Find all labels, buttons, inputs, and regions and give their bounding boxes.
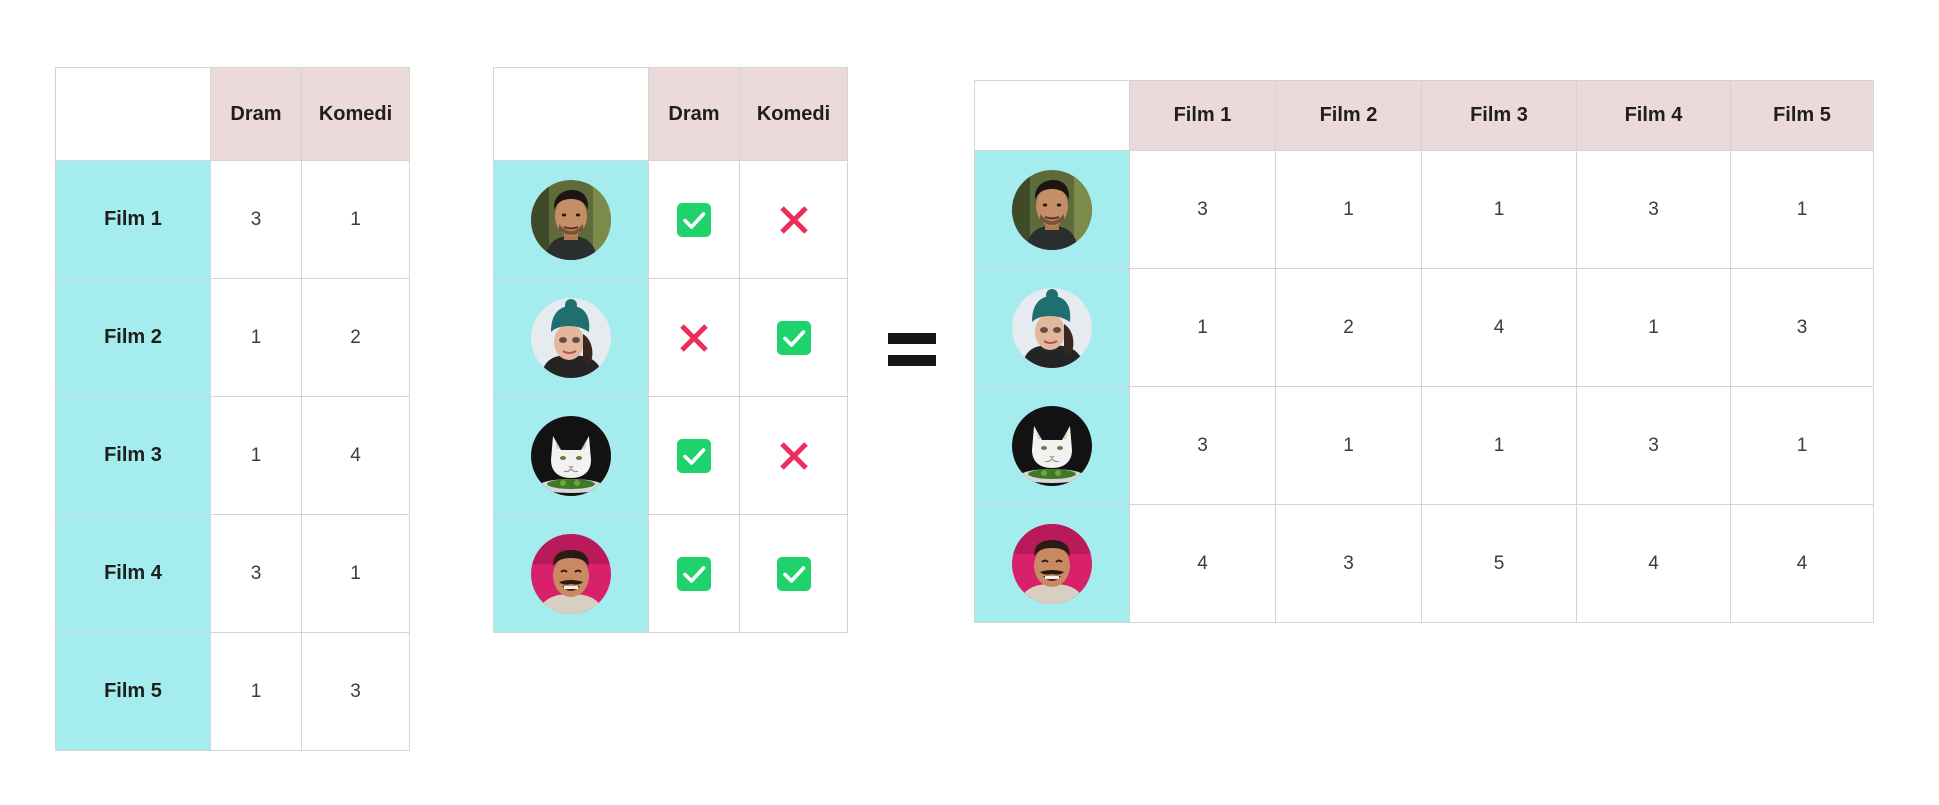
table-row: 3 1 1 3 1	[974, 386, 1874, 505]
row-header-film-3: Film 3	[55, 396, 211, 515]
column-header-film-5: Film 5	[1730, 80, 1874, 151]
score-cell: 4	[1421, 268, 1577, 387]
man-avatar	[531, 180, 611, 260]
rating-cell: 1	[210, 278, 302, 397]
table-row: Film 1 3 1	[55, 160, 410, 279]
score-cell: 3	[1576, 150, 1731, 269]
table-row: Film 2 1 2	[55, 278, 410, 397]
woman-beanie-avatar	[1012, 288, 1092, 368]
rating-cell: 3	[210, 514, 302, 633]
corner-cell	[55, 67, 211, 161]
row-header-film-4: Film 4	[55, 514, 211, 633]
row-header-film-1: Film 1	[55, 160, 211, 279]
score-cell: 4	[1576, 504, 1731, 623]
rating-cell: 1	[301, 514, 410, 633]
row-header-film-2: Film 2	[55, 278, 211, 397]
man-avatar	[1012, 170, 1092, 250]
table-row	[493, 514, 848, 633]
table-row	[493, 396, 848, 515]
score-cell: 3	[1275, 504, 1422, 623]
table-row: Film 5 1 3	[55, 632, 410, 751]
score-cell: 1	[1730, 386, 1874, 505]
check-icon	[677, 203, 711, 237]
header-row: Dram Komedi	[55, 67, 410, 161]
laughing-man-avatar	[531, 534, 611, 614]
rating-cell: 3	[301, 632, 410, 751]
woman-beanie-avatar	[531, 298, 611, 378]
check-icon	[677, 557, 711, 591]
table-row: 1 2 4 1 3	[974, 268, 1874, 387]
check-icon	[777, 321, 811, 355]
rating-cell: 4	[301, 396, 410, 515]
score-cell: 1	[1576, 268, 1731, 387]
score-cell: 3	[1730, 268, 1874, 387]
rating-cell: 2	[301, 278, 410, 397]
score-cell: 3	[1129, 386, 1276, 505]
header-row: Film 1 Film 2 Film 3 Film 4 Film 5	[974, 80, 1874, 151]
score-cell: 1	[1275, 386, 1422, 505]
table-row: 3 1 1 3 1	[974, 150, 1874, 269]
corner-cell	[974, 80, 1130, 151]
rating-cell: 1	[210, 396, 302, 515]
column-header-film-1: Film 1	[1129, 80, 1276, 151]
score-cell: 4	[1129, 504, 1276, 623]
header-row: Dram Komedi	[493, 67, 848, 161]
table-row	[493, 160, 848, 279]
column-header-film-2: Film 2	[1275, 80, 1422, 151]
row-header-film-5: Film 5	[55, 632, 211, 751]
score-cell: 5	[1421, 504, 1577, 623]
score-cell: 1	[1275, 150, 1422, 269]
score-cell: 2	[1275, 268, 1422, 387]
score-cell: 4	[1730, 504, 1874, 623]
score-cell: 1	[1730, 150, 1874, 269]
column-header-komedi: Komedi	[301, 67, 410, 161]
rating-cell: 3	[210, 160, 302, 279]
laughing-man-avatar	[1012, 524, 1092, 604]
user-film-table: Film 1 Film 2 Film 3 Film 4 Film 5 3 1 1…	[974, 80, 1874, 623]
column-header-dram: Dram	[648, 67, 740, 161]
corner-cell	[493, 67, 649, 161]
column-header-komedi: Komedi	[739, 67, 848, 161]
table-row: Film 3 1 4	[55, 396, 410, 515]
rating-cell: 1	[301, 160, 410, 279]
score-cell: 3	[1129, 150, 1276, 269]
cross-icon	[677, 321, 711, 355]
check-icon	[777, 557, 811, 591]
rating-cell: 1	[210, 632, 302, 751]
table-row: 4 3 5 4 4	[974, 504, 1874, 623]
user-genre-table: Dram Komedi	[493, 67, 848, 633]
equals-sign	[888, 333, 936, 367]
score-cell: 1	[1421, 150, 1577, 269]
score-cell: 3	[1576, 386, 1731, 505]
cross-icon	[777, 439, 811, 473]
column-header-dram: Dram	[210, 67, 302, 161]
table-row: Film 4 3 1	[55, 514, 410, 633]
check-icon	[677, 439, 711, 473]
column-header-film-3: Film 3	[1421, 80, 1577, 151]
cross-icon	[777, 203, 811, 237]
score-cell: 1	[1129, 268, 1276, 387]
table-row	[493, 278, 848, 397]
film-genre-table: Dram Komedi Film 1 3 1 Film 2 1 2 Film 3…	[55, 67, 410, 751]
score-cell: 1	[1421, 386, 1577, 505]
cat-avatar	[531, 416, 611, 496]
cat-avatar	[1012, 406, 1092, 486]
column-header-film-4: Film 4	[1576, 80, 1731, 151]
